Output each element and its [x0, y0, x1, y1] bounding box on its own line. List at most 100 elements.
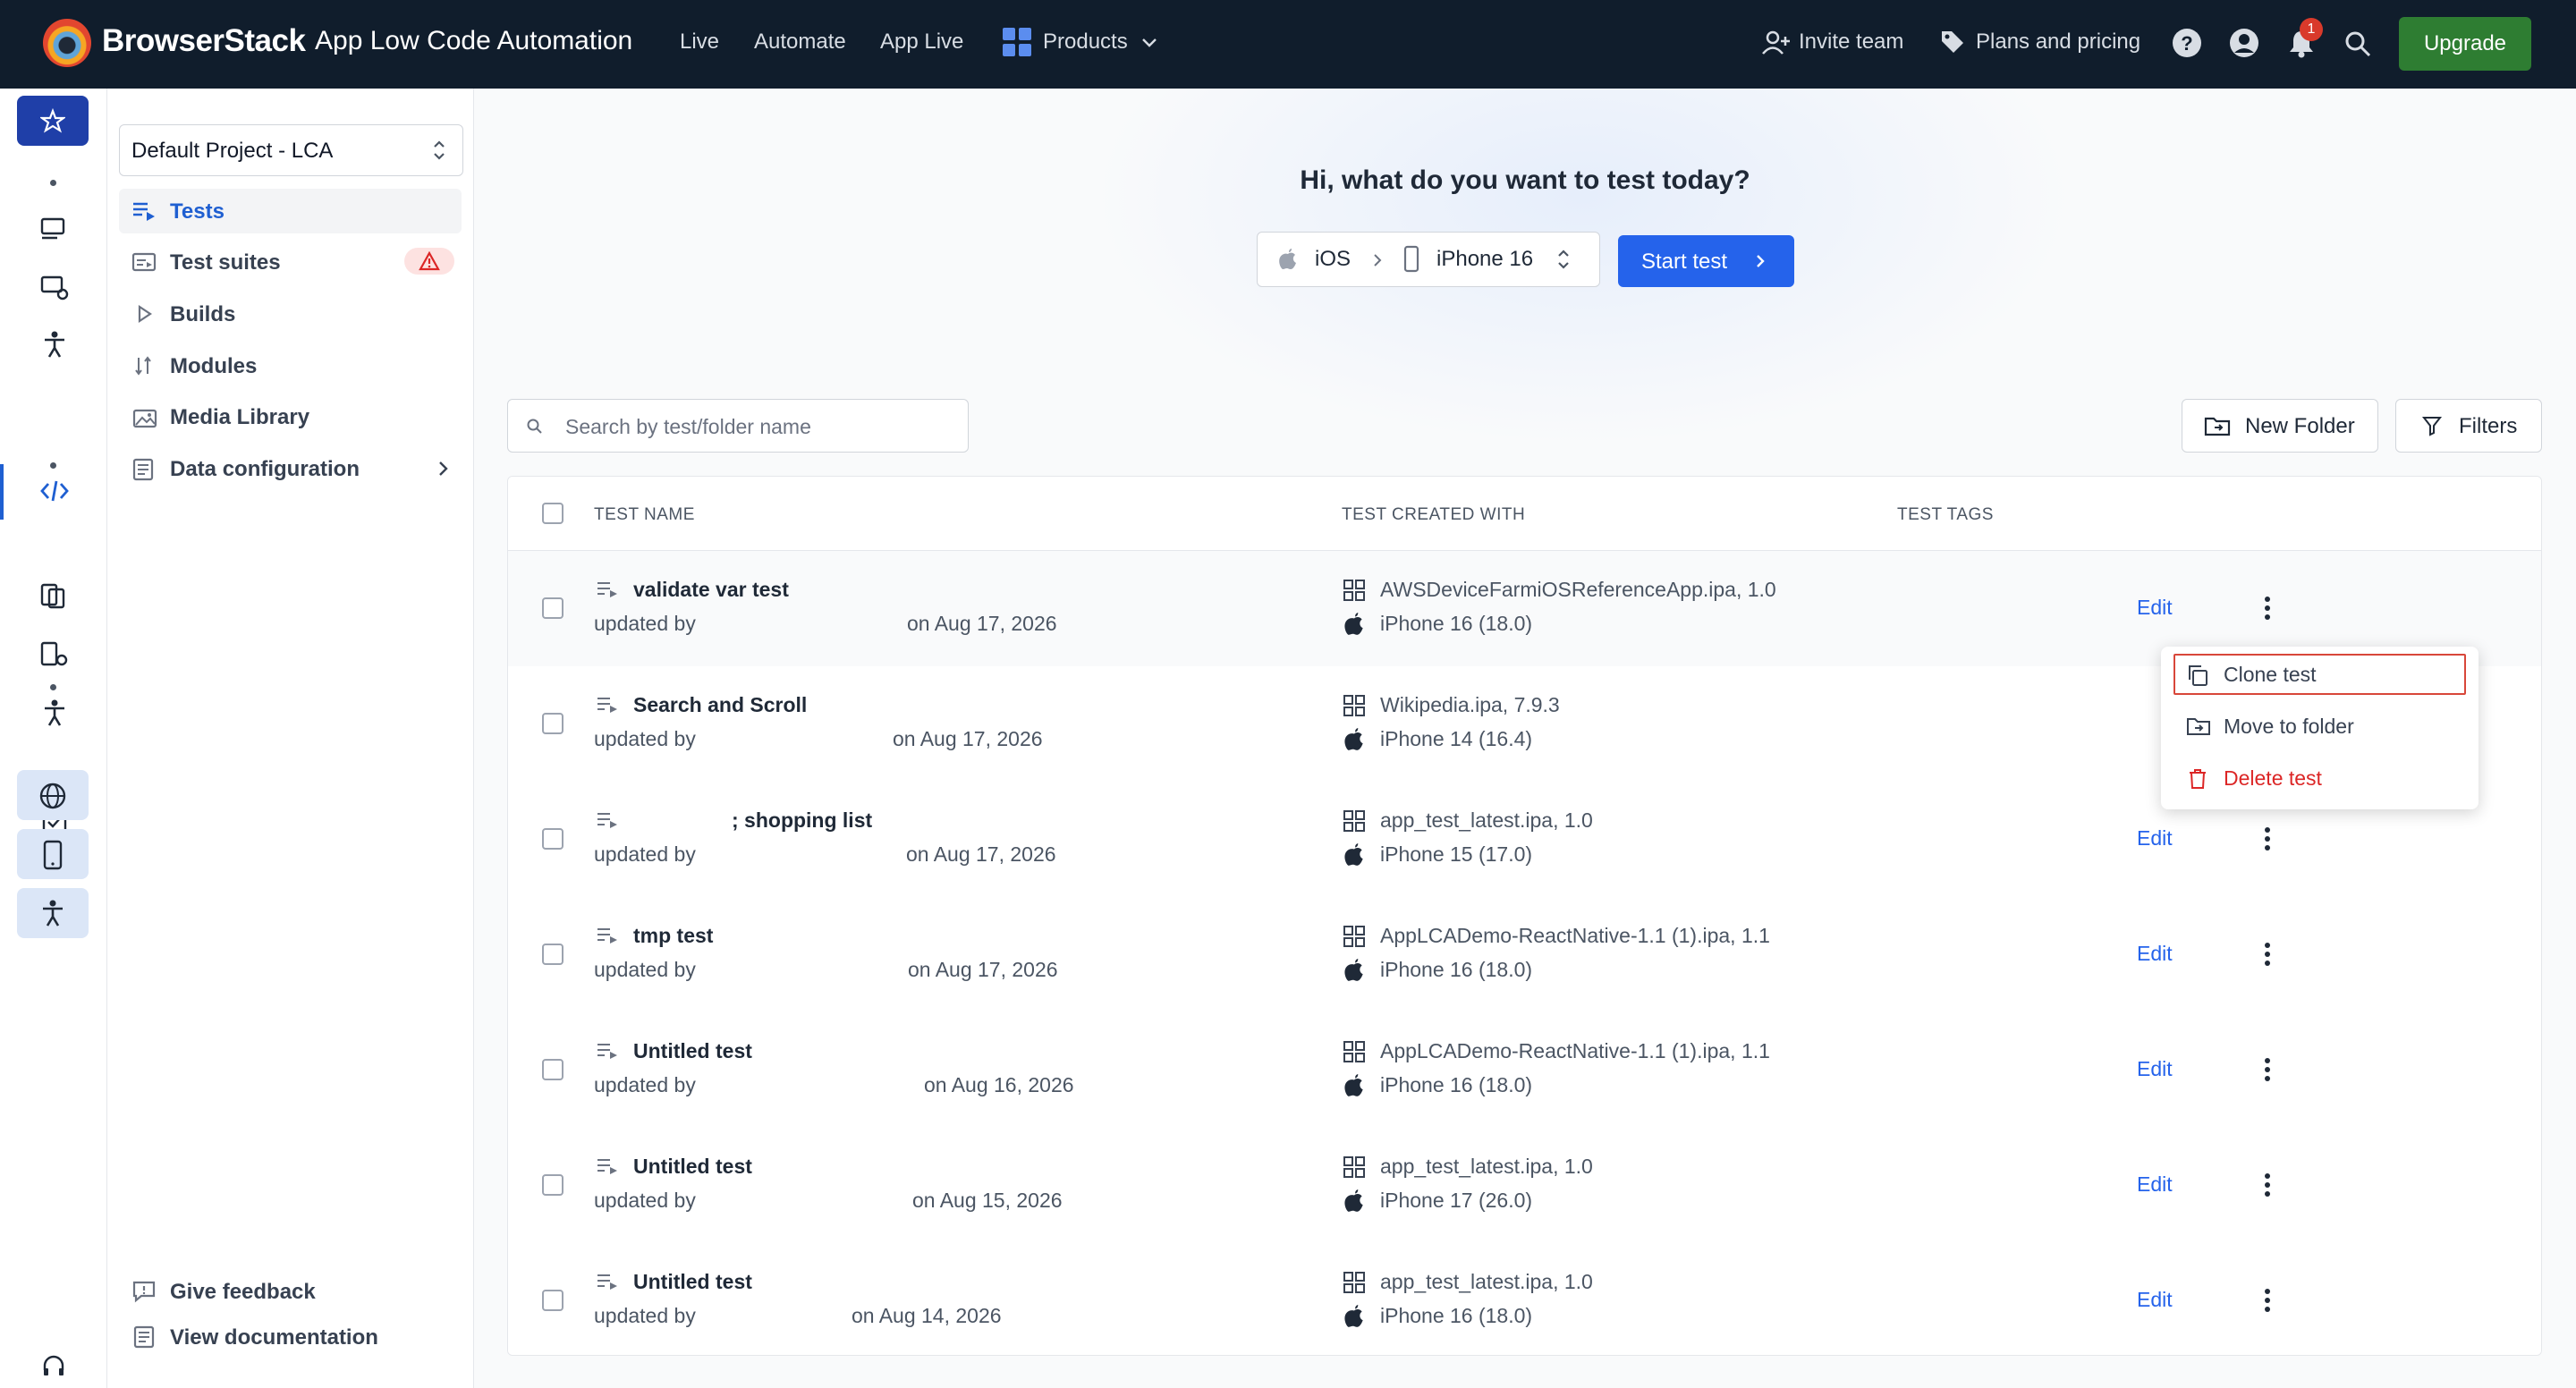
invite-team-link[interactable]: Invite team: [1799, 30, 1903, 55]
start-test-label: Start test: [1641, 250, 1728, 274]
row-checkbox[interactable]: [542, 944, 564, 965]
rail-low-code-icon[interactable]: [39, 477, 70, 505]
more-options-icon[interactable]: [2254, 824, 2281, 854]
test-search-input[interactable]: [564, 412, 952, 441]
row-checkbox[interactable]: [542, 597, 564, 619]
sidebar-item-label: Builds: [170, 302, 236, 326]
project-select[interactable]: Default Project - LCA: [119, 124, 463, 176]
new-folder-button[interactable]: New Folder: [2182, 399, 2378, 453]
sidebar-item-modules[interactable]: Modules: [119, 343, 462, 388]
device-name: iPhone 16 (18.0): [1380, 958, 1533, 981]
globe-icon: [39, 783, 66, 809]
clone-test-menu-item[interactable]: Clone test: [2174, 654, 2466, 695]
more-options-icon[interactable]: [2254, 939, 2281, 969]
updated-by-label: updated by: [594, 958, 696, 981]
give-feedback-link[interactable]: Give feedback: [119, 1271, 462, 1310]
table-row[interactable]: tmp test updated by on Aug 17, 2026 AppL…: [508, 897, 2541, 1013]
test-name[interactable]: Untitled test: [633, 1039, 752, 1063]
rail-live-icon[interactable]: [39, 216, 68, 241]
brand-name[interactable]: BrowserStack: [102, 23, 306, 59]
test-name[interactable]: Search and Scroll: [633, 693, 807, 717]
help-icon[interactable]: ?: [2172, 28, 2202, 58]
nav-products[interactable]: Products: [1043, 30, 1128, 55]
start-test-button[interactable]: Start test: [1618, 235, 1794, 287]
upgrade-button[interactable]: Upgrade: [2399, 17, 2531, 71]
row-checkbox[interactable]: [542, 1290, 564, 1311]
row-checkbox[interactable]: [542, 1059, 564, 1080]
more-options-icon[interactable]: [2254, 1054, 2281, 1085]
sidebar-item-data-configuration[interactable]: Data configuration: [119, 446, 462, 491]
table-row[interactable]: Untitled test updated by on Aug 14, 2026…: [508, 1243, 2541, 1355]
test-name[interactable]: tmp test: [633, 924, 713, 948]
column-test-created-with[interactable]: TEST CREATED WITH: [1342, 505, 1525, 525]
rail-app-scanner[interactable]: [17, 829, 89, 879]
nav-app-live[interactable]: App Live: [880, 30, 963, 55]
more-options-icon[interactable]: [2254, 1170, 2281, 1200]
test-name[interactable]: ; shopping list: [732, 808, 872, 833]
test-name[interactable]: validate var test: [633, 578, 789, 602]
move-to-folder-menu-item[interactable]: Move to folder: [2174, 706, 2466, 747]
invite-user-icon[interactable]: [1760, 29, 1791, 57]
edit-link[interactable]: Edit: [2137, 1172, 2173, 1197]
table-row[interactable]: Untitled test updated by on Aug 15, 2026…: [508, 1128, 2541, 1244]
sidebar-item-builds[interactable]: Builds: [119, 292, 462, 336]
app-name: Wikipedia.ipa, 7.9.3: [1380, 693, 1560, 716]
product-name[interactable]: App Low Code Automation: [315, 26, 632, 56]
sidebar-item-tests[interactable]: Tests: [119, 189, 462, 233]
more-options-icon[interactable]: [2254, 593, 2281, 623]
chevron-right-icon: [439, 461, 448, 476]
new-folder-label: New Folder: [2245, 414, 2355, 438]
view-documentation-link[interactable]: View documentation: [119, 1316, 462, 1356]
test-name[interactable]: Untitled test: [633, 1270, 752, 1294]
chevron-down-icon[interactable]: [1140, 34, 1158, 52]
rail-separator: [50, 684, 56, 690]
products-grid-icon[interactable]: [1003, 28, 1031, 56]
edit-link[interactable]: Edit: [2137, 942, 2173, 966]
sidebar-item-media-library[interactable]: Media Library: [119, 394, 462, 439]
updated-date: on Aug 15, 2026: [912, 1189, 1063, 1212]
edit-link[interactable]: Edit: [2137, 1288, 2173, 1312]
table-row[interactable]: Untitled test updated by on Aug 16, 2026…: [508, 1012, 2541, 1129]
row-checkbox[interactable]: [542, 828, 564, 850]
apple-icon: [1279, 249, 1296, 269]
nav-automate[interactable]: Automate: [754, 30, 846, 55]
rail-accessibility-suite[interactable]: [17, 888, 89, 938]
edit-link[interactable]: Edit: [2137, 826, 2173, 851]
select-all-checkbox[interactable]: [542, 503, 564, 524]
row-checkbox[interactable]: [542, 1174, 564, 1196]
edit-link[interactable]: Edit: [2137, 596, 2173, 620]
device-picker[interactable]: iOS iPhone 16: [1257, 232, 1600, 287]
edit-link[interactable]: Edit: [2137, 1057, 2173, 1081]
more-options-icon[interactable]: [2254, 1285, 2281, 1316]
sidebar-item-test-suites[interactable]: Test suites: [119, 240, 462, 284]
rail-accessibility-icon[interactable]: [41, 330, 68, 359]
delete-test-menu-item[interactable]: Delete test: [2174, 757, 2466, 799]
nav-live[interactable]: Live: [680, 30, 719, 55]
support-headset-icon[interactable]: [41, 1354, 66, 1379]
rail-app-automate-icon[interactable]: [39, 640, 70, 669]
sidebar-item-label: Modules: [170, 354, 258, 378]
app-icon: [1343, 695, 1365, 716]
rail-automate-icon[interactable]: [39, 275, 70, 301]
rail-favorites[interactable]: [17, 96, 89, 146]
row-checkbox[interactable]: [542, 713, 564, 734]
column-test-name[interactable]: TEST NAME: [594, 505, 695, 525]
plans-pricing-link[interactable]: Plans and pricing: [1976, 30, 2140, 55]
rail-separator: [50, 462, 56, 469]
tag-icon[interactable]: [1939, 29, 1966, 55]
column-test-tags[interactable]: TEST TAGS: [1897, 505, 1994, 525]
rail-website-scanner[interactable]: [17, 770, 89, 820]
test-suites-icon: [131, 252, 157, 272]
tests-icon: [133, 202, 155, 221]
documentation-icon: [133, 1325, 155, 1349]
media-icon: [132, 409, 157, 428]
account-icon[interactable]: [2229, 28, 2259, 58]
updated-date: on Aug 17, 2026: [908, 958, 1058, 981]
search-icon[interactable]: [2343, 30, 2372, 58]
filters-button[interactable]: Filters: [2395, 399, 2542, 453]
rail-app-accessibility-icon[interactable]: [41, 698, 68, 727]
rail-app-live-icon[interactable]: [39, 582, 66, 609]
select-updown-icon: [434, 140, 445, 160]
browserstack-logo-icon[interactable]: [43, 19, 91, 67]
test-name[interactable]: Untitled test: [633, 1155, 752, 1179]
